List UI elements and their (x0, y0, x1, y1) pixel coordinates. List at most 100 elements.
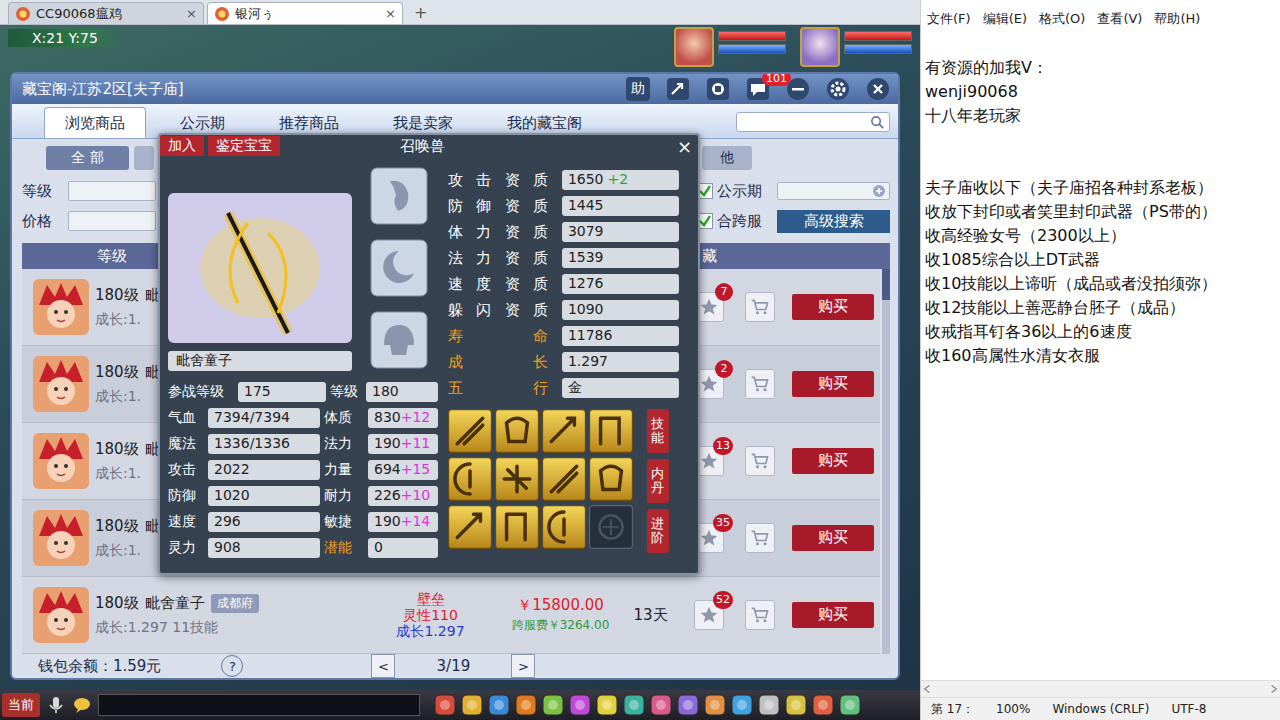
armor-slot-icon[interactable] (370, 239, 428, 297)
cart-button[interactable] (745, 446, 775, 476)
nav-tab[interactable]: 浏览商品 (44, 107, 146, 138)
popup-close-button[interactable]: × (677, 136, 692, 157)
menu-item[interactable]: 帮助(H) (1154, 10, 1200, 28)
stop-icon[interactable] (706, 77, 730, 101)
aptitude-value: 11786 (562, 326, 679, 346)
advanced-search-button[interactable]: 高级搜索 (777, 210, 890, 233)
text-area[interactable]: 有资源的加我V：wenji90068十八年老玩家夫子庙收以下（夫子庙招各种封系老… (921, 32, 1280, 680)
skill-icon[interactable] (542, 505, 586, 549)
buy-button[interactable]: 购买 (792, 525, 874, 551)
stat-label: 气血 (168, 409, 204, 427)
help-button[interactable]: 助 (626, 77, 650, 101)
share-icon[interactable] (666, 77, 690, 101)
public-field[interactable] (777, 182, 890, 200)
browser-tab[interactable]: 银河ぅ× (207, 2, 403, 24)
shortcut-icon[interactable] (731, 694, 753, 716)
close-icon[interactable] (866, 77, 890, 101)
buy-button[interactable]: 购买 (792, 602, 874, 628)
shortcut-icon[interactable] (677, 694, 699, 716)
shortcut-icon[interactable] (542, 694, 564, 716)
pet-detail-popup: 加入鉴定宝宝召唤兽×毗舍童子参战等级175等级180气血7394/7394体质8… (158, 133, 700, 575)
party-member[interactable] (674, 27, 786, 67)
scroll-left-icon[interactable] (921, 683, 933, 695)
side-tab-button[interactable]: 技能 (647, 409, 669, 453)
menu-item[interactable]: 编辑(E) (983, 10, 1027, 28)
pet-level: 180级 (95, 286, 139, 305)
browser-tab-close[interactable]: × (385, 6, 396, 21)
gear-icon[interactable] (826, 77, 850, 101)
shortcut-icon[interactable] (785, 694, 807, 716)
skill-icon[interactable] (448, 457, 492, 501)
menu-item[interactable]: 查看(V) (1097, 10, 1142, 28)
skill-icon[interactable] (495, 409, 539, 453)
table-row[interactable]: 180级毗舍童子成都府成长:1.297 11技能壁垒灵性110成长1.297￥1… (22, 577, 880, 654)
search-field[interactable] (736, 112, 890, 132)
browser-tab[interactable]: CC90068瘟鸡× (8, 2, 204, 24)
menu-item[interactable]: 文件(F) (927, 10, 971, 28)
shortcut-icon[interactable] (650, 694, 672, 716)
shortcut-icon[interactable] (515, 694, 537, 716)
level-field[interactable] (68, 181, 156, 201)
aptitude-label: 速度资质 (448, 275, 548, 294)
shortcut-icon[interactable] (596, 694, 618, 716)
scrollbar[interactable] (882, 269, 890, 654)
chat-bubble-icon[interactable] (72, 695, 92, 715)
skill-icon[interactable] (495, 505, 539, 549)
popup-action-button[interactable]: 鉴定宝宝 (208, 136, 280, 156)
shortcut-icon[interactable] (812, 694, 834, 716)
menu-item[interactable]: 格式(O) (1039, 10, 1085, 28)
skill-icon[interactable] (448, 409, 492, 453)
cart-button[interactable] (745, 523, 775, 553)
side-tab-button[interactable]: 内丹 (647, 459, 669, 503)
skill-icon[interactable] (448, 505, 492, 549)
next-page-button[interactable]: > (511, 654, 535, 678)
buy-button[interactable]: 购买 (792, 448, 874, 474)
cart-button[interactable] (745, 292, 775, 322)
cart-button[interactable] (745, 600, 775, 630)
side-tab-button[interactable]: 进阶 (647, 509, 669, 553)
shortcut-icon[interactable] (569, 694, 591, 716)
new-tab-button[interactable]: + (406, 3, 435, 24)
browser-tab-close[interactable]: × (186, 6, 197, 21)
pet-stats: 参战等级175等级180气血7394/7394体质830+12魔法1336/13… (168, 379, 438, 561)
cart-button[interactable] (745, 369, 775, 399)
skill-icon[interactable] (495, 457, 539, 501)
chat-channel-button[interactable]: 当前 (2, 693, 40, 717)
magnifier-icon[interactable] (870, 115, 885, 130)
collar-slot-icon[interactable] (370, 167, 428, 225)
popup-action-button[interactable]: 加入 (160, 136, 204, 156)
empty-skill-slot-icon[interactable] (589, 505, 633, 549)
favorite-button[interactable]: 52 (694, 600, 724, 630)
skill-icon[interactable] (589, 409, 633, 453)
buy-button[interactable]: 购买 (792, 371, 874, 397)
shortcut-icon[interactable] (839, 694, 861, 716)
add-icon[interactable] (872, 184, 886, 198)
scroll-right-icon[interactable] (1268, 683, 1280, 695)
shortcut-icon[interactable] (488, 694, 510, 716)
stat-label: 体质 (324, 409, 364, 427)
shortcut-icon[interactable] (461, 694, 483, 716)
shortcut-icon[interactable] (623, 694, 645, 716)
shortcut-icon[interactable] (434, 694, 456, 716)
microphone-icon[interactable] (46, 695, 66, 715)
prev-page-button[interactable]: < (371, 654, 395, 678)
buy-button[interactable]: 购买 (792, 294, 874, 320)
chat-input[interactable] (98, 694, 420, 716)
pet-name-field[interactable]: 毗舍童子 (168, 351, 352, 371)
shortcut-icon[interactable] (758, 694, 780, 716)
skill-icon[interactable] (542, 409, 586, 453)
text-line: 收戒指耳钉各36以上的6速度 (925, 320, 1280, 344)
price-field[interactable] (68, 211, 156, 231)
time-left: 13天 (618, 606, 683, 625)
horizontal-scrollbar[interactable] (921, 680, 1280, 697)
helmet-slot-icon[interactable] (370, 311, 428, 369)
filter-button[interactable]: 他 (702, 146, 752, 170)
skill-icon[interactable] (542, 457, 586, 501)
stat-value: 7394/7394 (208, 408, 320, 428)
help-circle-button[interactable]: ? (221, 655, 243, 677)
party-member[interactable] (800, 27, 912, 67)
skill-icon[interactable] (589, 457, 633, 501)
shortcut-icon[interactable] (704, 694, 726, 716)
filter-button[interactable]: 全 部 (46, 146, 129, 170)
filter-button[interactable] (134, 146, 154, 170)
